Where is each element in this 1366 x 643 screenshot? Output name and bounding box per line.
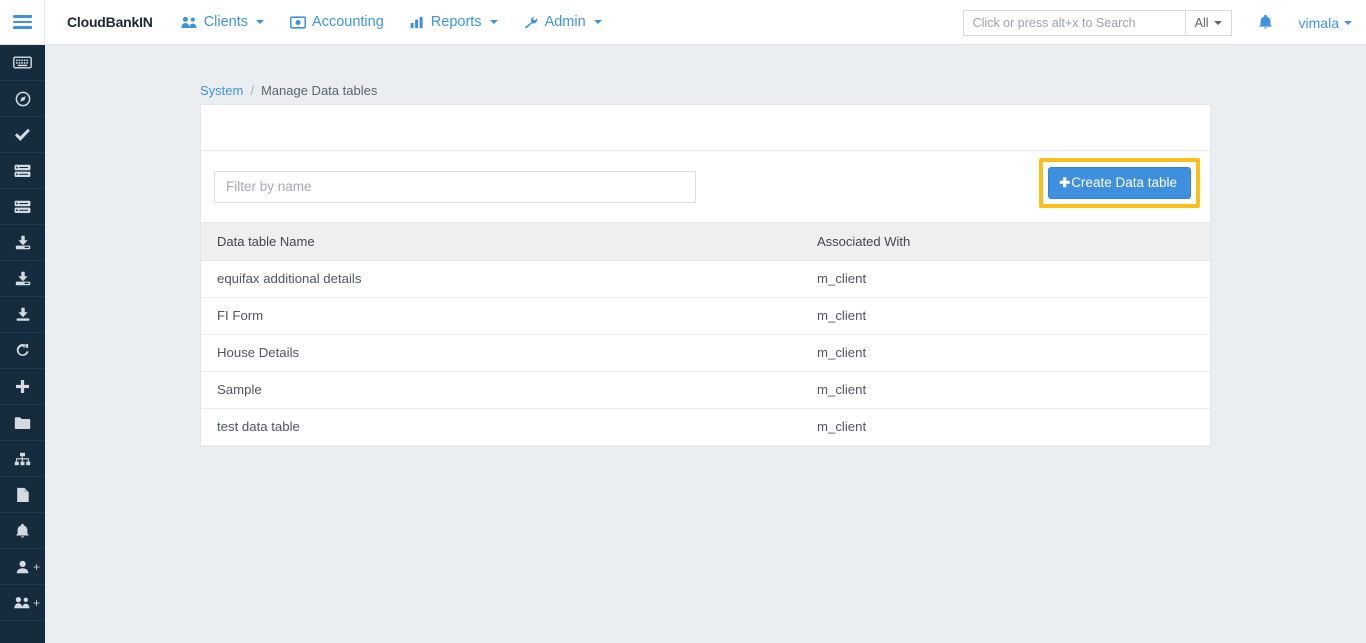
sidebar-item-checker[interactable]	[0, 117, 45, 153]
sidebar-item-document[interactable]	[0, 477, 45, 513]
left-sidebar: + +	[0, 45, 45, 643]
download-arrow-icon	[15, 307, 31, 322]
sidebar-item-alerts[interactable]	[0, 513, 45, 549]
nav-item-reports[interactable]: Reports	[410, 14, 498, 30]
chevron-down-icon	[1214, 21, 1222, 25]
create-data-table-button[interactable]: ✚ Create Data table	[1048, 167, 1191, 199]
hamburger-bars	[13, 12, 32, 33]
bar-chart-icon	[410, 16, 425, 29]
cell-associated-with: m_client	[801, 261, 1210, 298]
data-tables-table: Data table Name Associated With equifax …	[201, 223, 1210, 446]
refresh-reload-icon	[15, 343, 30, 358]
group-add-icon	[14, 596, 31, 609]
bell-alert-icon	[15, 523, 30, 539]
keyboard-icon	[13, 56, 32, 69]
plus-icon: ✚	[1059, 176, 1070, 189]
main-nav: Clients Accounting Reports	[181, 14, 602, 30]
sidebar-item-keyboard[interactable]	[0, 45, 45, 81]
chevron-down-icon	[256, 20, 264, 24]
column-header-data-table-name: Data table Name	[201, 223, 801, 261]
search-scope-label: All	[1195, 16, 1209, 30]
add-badge: +	[33, 597, 40, 609]
org-hierarchy-icon	[14, 452, 31, 466]
cell-associated-with: m_client	[801, 372, 1210, 409]
filter-by-name-input[interactable]	[214, 171, 696, 203]
money-bill-icon	[290, 16, 306, 29]
search-input[interactable]	[963, 10, 1185, 36]
top-right-controls: All vimala	[963, 0, 1352, 45]
nav-label-accounting: Accounting	[312, 14, 384, 30]
breadcrumb-link-system[interactable]: System	[200, 83, 243, 98]
sidebar-item-download-2[interactable]	[0, 261, 45, 297]
cell-data-table-name: equifax additional details	[201, 261, 801, 298]
sidebar-item-server-list[interactable]	[0, 189, 45, 225]
cell-data-table-name: House Details	[201, 335, 801, 372]
cell-data-table-name: Sample	[201, 372, 801, 409]
sidebar-item-refresh[interactable]	[0, 333, 45, 369]
create-button-highlight: ✚ Create Data table	[1039, 158, 1200, 208]
wrench-icon	[524, 16, 539, 29]
users-group-icon	[181, 16, 198, 29]
cell-data-table-name: test data table	[201, 409, 801, 446]
breadcrumb-separator: /	[250, 83, 254, 98]
sidebar-item-add-group[interactable]: +	[0, 585, 45, 621]
sidebar-item-add-user[interactable]: +	[0, 549, 45, 585]
breadcrumb-current: Manage Data tables	[261, 83, 377, 98]
chevron-down-icon	[594, 20, 602, 24]
nav-item-admin[interactable]: Admin	[524, 14, 602, 30]
server-list-icon	[14, 200, 31, 214]
sidebar-item-server-stack[interactable]	[0, 153, 45, 189]
table-row[interactable]: FI Form m_client	[201, 298, 1210, 335]
data-tables-card: ✚ Create Data table Data table Name Asso…	[200, 104, 1211, 447]
chevron-down-icon	[1344, 21, 1352, 25]
global-search: All	[963, 10, 1232, 36]
search-scope-dropdown[interactable]: All	[1185, 10, 1232, 36]
brand-logo[interactable]: CloudBankIN	[67, 14, 153, 30]
add-badge: +	[33, 561, 40, 573]
card-header	[201, 105, 1210, 151]
hamburger-menu-icon[interactable]	[0, 0, 45, 45]
check-mark-icon	[14, 128, 31, 142]
download-save-icon-2	[15, 271, 31, 286]
cell-associated-with: m_client	[801, 298, 1210, 335]
nav-item-accounting[interactable]: Accounting	[290, 14, 384, 30]
column-header-associated-with: Associated With	[801, 223, 1210, 261]
cell-associated-with: m_client	[801, 409, 1210, 446]
table-row[interactable]: House Details m_client	[201, 335, 1210, 372]
document-file-icon	[16, 487, 30, 503]
nav-label-reports: Reports	[431, 14, 482, 30]
sidebar-item-download-1[interactable]	[0, 225, 45, 261]
card-toolbar: ✚ Create Data table	[201, 151, 1210, 223]
sidebar-item-hierarchy[interactable]	[0, 441, 45, 477]
user-add-icon	[16, 560, 30, 574]
chevron-down-icon	[490, 20, 498, 24]
sidebar-item-add[interactable]	[0, 369, 45, 405]
sidebar-item-download-3[interactable]	[0, 297, 45, 333]
plus-add-icon	[15, 379, 30, 394]
user-name-label: vimala	[1299, 15, 1339, 31]
breadcrumb: System / Manage Data tables	[200, 83, 377, 98]
notification-bell-icon[interactable]	[1258, 14, 1273, 31]
download-save-icon	[15, 235, 31, 250]
table-row[interactable]: equifax additional details m_client	[201, 261, 1210, 298]
cell-data-table-name: FI Form	[201, 298, 801, 335]
table-header-row: Data table Name Associated With	[201, 223, 1210, 261]
server-stack-icon	[14, 164, 31, 178]
user-menu[interactable]: vimala	[1299, 15, 1352, 31]
main-content: System / Manage Data tables ✚ Create Dat…	[45, 45, 1366, 643]
cell-associated-with: m_client	[801, 335, 1210, 372]
folder-icon	[14, 416, 31, 430]
table-row[interactable]: Sample m_client	[201, 372, 1210, 409]
nav-label-admin: Admin	[545, 14, 586, 30]
sidebar-item-folder[interactable]	[0, 405, 45, 441]
top-navigation-bar: CloudBankIN Clients Accounting	[0, 0, 1366, 45]
nav-label-clients: Clients	[204, 14, 248, 30]
nav-item-clients[interactable]: Clients	[181, 14, 264, 30]
compass-dashboard-icon	[15, 91, 31, 107]
sidebar-item-dashboard[interactable]	[0, 81, 45, 117]
create-button-label: Create Data table	[1071, 175, 1177, 190]
table-row[interactable]: test data table m_client	[201, 409, 1210, 446]
